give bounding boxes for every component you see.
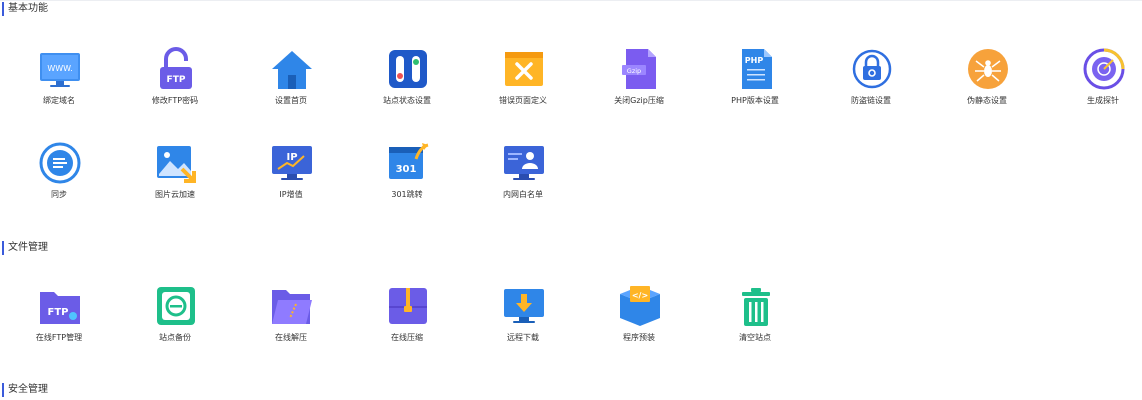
error-page-icon	[502, 47, 546, 91]
svg-text:</>: </>	[632, 291, 648, 300]
top-divider	[0, 0, 1142, 1]
section-title-basic: 基本功能	[0, 1, 48, 17]
ftp-folder-icon: FTP	[38, 284, 82, 328]
tile-set-homepage[interactable]: 设置首页	[233, 47, 349, 127]
tile-label: 内网白名单	[503, 190, 543, 199]
tile-bind-domain[interactable]: WWW. 绑定域名	[1, 47, 117, 127]
tile-label: 在线FTP管理	[35, 333, 83, 342]
unzip-folder-icon	[270, 284, 314, 328]
tile-program-preinstall[interactable]: </> 程序预装	[581, 284, 697, 364]
tile-label: 远程下载	[507, 333, 539, 342]
tile-online-ftp[interactable]: FTP 在线FTP管理	[1, 284, 117, 364]
whitelist-user-icon	[502, 141, 546, 185]
gzip-file-icon: Gzip	[618, 47, 662, 91]
tile-error-page[interactable]: 错误页面定义	[465, 47, 581, 127]
tile-online-zip[interactable]: 在线压缩	[349, 284, 465, 364]
www-monitor-icon: WWW.	[38, 47, 82, 91]
svg-text:WWW.: WWW.	[47, 64, 72, 73]
tile-change-ftp-password[interactable]: FTP 修改FTP密码	[117, 47, 233, 127]
home-icon	[270, 47, 314, 91]
download-monitor-icon	[502, 284, 546, 328]
code-box-icon: </>	[618, 284, 662, 328]
tile-label: 设置首页	[275, 96, 307, 105]
anti-leech-icon	[850, 47, 894, 91]
tile-label: 站点状态设置	[383, 96, 431, 105]
tile-label: 错误页面定义	[499, 96, 547, 105]
trash-icon	[734, 284, 778, 328]
probe-radar-icon	[1082, 47, 1126, 91]
tile-label: 绑定域名	[43, 96, 75, 105]
tile-label: 关闭Gzip压缩	[614, 96, 664, 105]
tile-anti-leech[interactable]: 防盗链设置	[813, 47, 929, 127]
tile-label: 清空站点	[739, 333, 771, 342]
spider-icon	[966, 47, 1010, 91]
tile-label: 程序预装	[623, 333, 655, 342]
sync-icon	[38, 141, 82, 185]
tile-ip-value[interactable]: IP IP增值	[233, 141, 349, 221]
tile-label: 站点备份	[159, 333, 191, 342]
tile-php-version[interactable]: PHP PHP版本设置	[697, 47, 813, 127]
tile-label: 同步	[51, 190, 67, 199]
tile-label: 301跳转	[391, 190, 423, 199]
image-cloud-icon	[154, 141, 198, 185]
php-file-icon: PHP	[734, 47, 778, 91]
tile-label: 伪静态设置	[967, 96, 1007, 105]
svg-text:FTP: FTP	[167, 75, 186, 85]
tile-site-status[interactable]: 站点状态设置	[349, 47, 465, 127]
svg-text:Gzip: Gzip	[627, 67, 641, 75]
redirect-301-icon: 301	[386, 141, 430, 185]
tile-remote-download[interactable]: 远程下载	[465, 284, 581, 364]
tile-label: 在线解压	[275, 333, 307, 342]
tile-label: 在线压缩	[391, 333, 423, 342]
tile-generate-probe[interactable]: 生成探针	[1045, 47, 1142, 127]
tile-sync[interactable]: 同步	[1, 141, 117, 221]
tile-rewrite[interactable]: 伪静态设置	[929, 47, 1045, 127]
tile-label: 生成探针	[1087, 96, 1119, 105]
tile-image-cdn[interactable]: 图片云加速	[117, 141, 233, 221]
tile-clear-site[interactable]: 清空站点	[697, 284, 813, 364]
svg-text:IP: IP	[286, 152, 297, 163]
ftp-lock-icon: FTP	[154, 47, 198, 91]
section-title-security: 安全管理	[0, 382, 48, 398]
ip-growth-icon: IP	[270, 141, 314, 185]
tile-intranet-whitelist[interactable]: 内网白名单	[465, 141, 581, 221]
tile-site-backup[interactable]: 站点备份	[117, 284, 233, 364]
svg-text:PHP: PHP	[745, 56, 764, 65]
tile-label: 修改FTP密码	[151, 96, 199, 105]
tile-close-gzip[interactable]: Gzip 关闭Gzip压缩	[581, 47, 697, 127]
svg-text:FTP: FTP	[48, 307, 69, 318]
backup-icon	[154, 284, 198, 328]
tile-label: IP增值	[279, 190, 303, 199]
tile-301-redirect[interactable]: 301 301跳转	[349, 141, 465, 221]
tile-label: 图片云加速	[155, 190, 195, 199]
tile-online-unzip[interactable]: 在线解压	[233, 284, 349, 364]
tile-label: 防盗链设置	[851, 96, 891, 105]
svg-text:301: 301	[396, 164, 417, 175]
section-title-files: 文件管理	[0, 240, 48, 256]
tile-label: PHP版本设置	[731, 96, 779, 105]
zip-box-icon	[386, 284, 430, 328]
status-toggle-icon	[386, 47, 430, 91]
